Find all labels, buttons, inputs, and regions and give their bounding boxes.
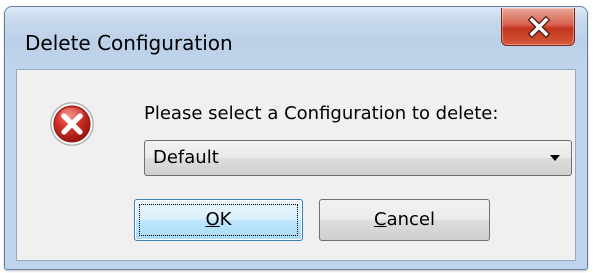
close-icon [527,16,551,38]
configuration-select-value: Default [153,147,219,168]
dialog-content: Please select a Configuration to delete:… [16,69,576,261]
cancel-button-mnemonic: C [374,209,387,230]
focus-rectangle [139,204,298,236]
delete-configuration-dialog: Delete Configuration Please select a Con… [4,6,588,270]
ok-button[interactable]: OK [134,199,303,241]
prompt-label: Please select a Configuration to delete: [144,103,499,124]
dialog-title: Delete Configuration [25,31,233,55]
dropdown-arrow-icon [550,155,560,161]
configuration-select[interactable]: Default [144,140,572,176]
cancel-button[interactable]: Cancel [319,199,490,241]
cancel-button-label: ancel [386,209,435,230]
close-button[interactable] [501,8,575,46]
title-bar[interactable]: Delete Configuration [5,7,587,65]
error-icon [50,102,94,146]
